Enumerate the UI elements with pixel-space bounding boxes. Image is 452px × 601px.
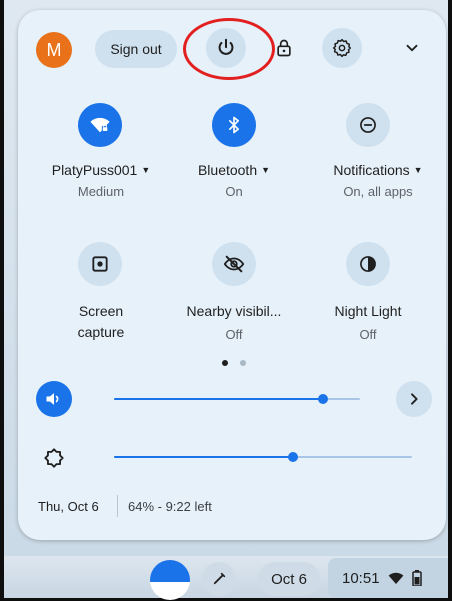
audio-settings-button[interactable] xyxy=(396,381,432,417)
pen-icon xyxy=(213,572,226,585)
wifi-tile-label[interactable]: PlatyPuss001 ▼ xyxy=(38,162,164,178)
settings-button[interactable] xyxy=(322,28,362,68)
screen-capture-tile-label[interactable]: Screen xyxy=(38,303,164,319)
nearby-visibility-tile-button[interactable] xyxy=(212,242,256,286)
gear-icon xyxy=(332,38,352,58)
brightness-slider-fill xyxy=(114,456,293,458)
power-button[interactable] xyxy=(206,28,246,68)
brightness-icon xyxy=(44,448,64,468)
notifications-tile-label[interactable]: Notifications ▼ xyxy=(318,162,438,178)
screen-capture-tile-label-line2[interactable]: capture xyxy=(38,324,164,340)
screen-capture-tile-button[interactable] xyxy=(78,242,122,286)
bluetooth-tile-status: On xyxy=(225,184,243,199)
bluetooth-tile-label[interactable]: Bluetooth ▼ xyxy=(175,162,293,178)
bluetooth-tile-button[interactable] xyxy=(212,103,256,147)
battery-icon xyxy=(411,570,422,586)
night-light-tile-status: Off xyxy=(359,327,377,342)
shelf-app-icon[interactable] xyxy=(150,560,190,600)
power-icon xyxy=(218,38,234,55)
avatar[interactable]: M xyxy=(36,32,72,68)
wifi-tile-status: Medium xyxy=(77,184,125,199)
lock-icon xyxy=(277,39,291,57)
page-indicator xyxy=(222,360,246,366)
battery-status[interactable]: 64% - 9:22 left xyxy=(128,499,212,514)
stylus-tools-button[interactable] xyxy=(202,562,236,596)
nearby-visibility-tile-status: Off xyxy=(225,327,243,342)
collapse-button[interactable] xyxy=(392,28,432,68)
screen-capture-icon xyxy=(92,256,108,272)
volume-icon xyxy=(46,393,59,405)
shelf-date-pill[interactable]: Oct 6 xyxy=(258,562,320,596)
chevron-right-icon xyxy=(411,393,418,405)
shelf-time: 10:51 xyxy=(342,569,380,587)
status-area-button[interactable]: 10:51 xyxy=(328,558,448,598)
page-dot-active[interactable] xyxy=(222,360,228,366)
page-dot[interactable] xyxy=(240,360,246,366)
sign-out-button[interactable]: Sign out xyxy=(95,30,177,68)
lock-button[interactable] xyxy=(264,28,304,68)
avatar-letter: M xyxy=(46,39,62,60)
chevron-down-icon xyxy=(406,44,418,52)
bluetooth-icon xyxy=(229,116,239,134)
night-light-icon xyxy=(360,256,376,272)
wifi-tile-button[interactable] xyxy=(78,103,122,147)
visibility-off-icon xyxy=(223,255,245,273)
volume-mute-button[interactable] xyxy=(36,381,72,417)
footer-divider xyxy=(117,495,118,517)
wifi-locked-icon xyxy=(90,117,110,133)
notifications-tile-button[interactable] xyxy=(346,103,390,147)
brightness-slider-thumb[interactable] xyxy=(287,452,298,462)
nearby-visibility-tile-label[interactable]: Nearby visibil... xyxy=(170,303,298,319)
notifications-tile-status: On, all apps xyxy=(343,184,413,199)
wifi-icon xyxy=(388,572,403,584)
brightness-icon-container xyxy=(36,440,72,476)
notifications-icon xyxy=(360,117,376,133)
volume-slider-fill xyxy=(114,398,324,400)
night-light-tile-button[interactable] xyxy=(346,242,390,286)
footer-date[interactable]: Thu, Oct 6 xyxy=(38,499,99,514)
night-light-tile-label[interactable]: Night Light xyxy=(308,303,428,319)
